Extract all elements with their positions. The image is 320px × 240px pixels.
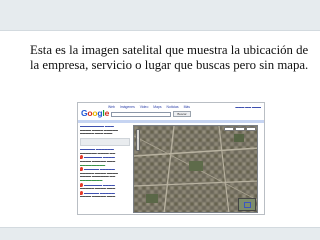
- list-item: ▬▬▬▬▬ ▬▬▬ ▬▬▬: [80, 132, 113, 136]
- list-item: [80, 137, 130, 146]
- slide-footer-band: [0, 228, 320, 240]
- satellite-map[interactable]: [133, 125, 258, 213]
- overview-map[interactable]: [238, 198, 256, 211]
- tab-maps[interactable]: Maps: [153, 105, 161, 109]
- account-links[interactable]: ▬▬▬ ▬▬ ▬▬▬: [235, 105, 261, 109]
- map-pin-icon: [80, 190, 83, 195]
- list-item: ▬▬▬▬ ▬▬▬▬▬ ▬▬▬: [80, 195, 116, 199]
- slide-header-band: [0, 0, 320, 30]
- zoom-control[interactable]: [136, 129, 140, 151]
- tab-news[interactable]: Noticias: [167, 105, 179, 109]
- divider: [0, 30, 320, 31]
- map-type-controls[interactable]: [224, 127, 256, 131]
- tab-more[interactable]: Más: [184, 105, 190, 109]
- google-logo: Google: [81, 108, 110, 118]
- results-sidebar: ▬▬▬▬▬▬▬▬ ▬▬▬ ▬▬▬▬ ▬▬▬▬ ▬▬▬▬▬ ▬▬▬▬▬ ▬▬▬ ▬…: [80, 125, 130, 214]
- google-maps-screenshot: Web Imágenes Video Maps Noticias Más ▬▬▬…: [77, 102, 265, 215]
- tab-video[interactable]: Video: [140, 105, 149, 109]
- map-pin-icon: [80, 155, 83, 160]
- map-pin-icon: [80, 167, 83, 172]
- search-button[interactable]: Buscar: [173, 111, 191, 117]
- nav-tabs: Web Imágenes Video Maps Noticias Más: [108, 105, 194, 109]
- search-input[interactable]: [111, 112, 171, 117]
- tab-images[interactable]: Imágenes: [120, 105, 135, 109]
- slide-caption: Esta es la imagen satelital que muestra …: [30, 43, 309, 72]
- results-header-bar: [78, 120, 264, 123]
- map-pin-icon: [80, 182, 83, 187]
